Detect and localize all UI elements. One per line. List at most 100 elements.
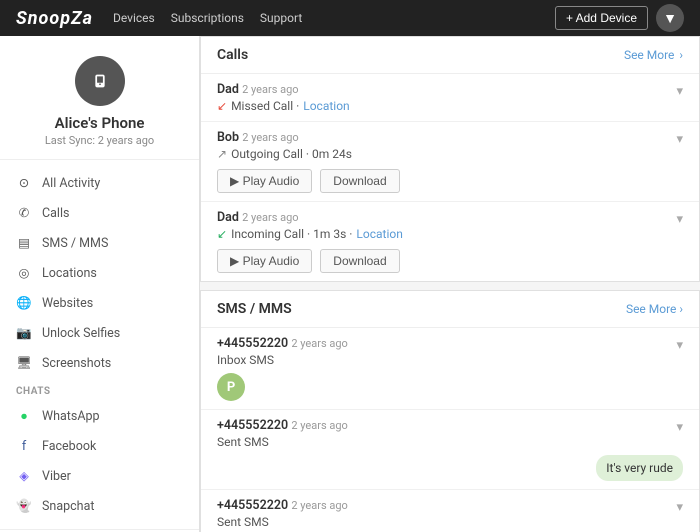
- sidebar-item-unlock-selfies[interactable]: 📷 Unlock Selfies: [0, 318, 199, 348]
- call-detail: ↙ Incoming Call · 1m 3s · Location: [217, 227, 403, 241]
- sidebar-item-label: WhatsApp: [42, 409, 100, 424]
- call-entry-dad-missed: Dad 2 years ago ↙ Missed Call · Location…: [201, 74, 699, 122]
- call-type-label: Missed Call ·: [231, 99, 299, 113]
- sms-chevron-icon: ▾: [676, 420, 683, 435]
- sidebar-item-all-activity[interactable]: ⊙ All Activity: [0, 168, 199, 198]
- call-entry-header: Dad 2 years ago ↙ Missed Call · Location…: [217, 82, 683, 113]
- call-location-link[interactable]: Location: [356, 227, 402, 241]
- sidebar-item-screenshots[interactable]: 🖥 Screenshots: [0, 348, 199, 378]
- audio-buttons: ▶ Play Audio Download: [217, 169, 400, 193]
- sidebar-item-locations[interactable]: ◎ Locations: [0, 258, 199, 288]
- call-contact-name: Bob: [217, 130, 239, 145]
- calls-section-title: Calls: [217, 47, 248, 63]
- call-contact-name: Dad: [217, 82, 239, 97]
- sidebar-item-label: Calls: [42, 206, 69, 221]
- nav-subscriptions[interactable]: Subscriptions: [171, 11, 244, 25]
- sms-see-more[interactable]: See More ›: [626, 302, 683, 316]
- call-entry-info: Bob 2 years ago ↗ Outgoing Call · 0m 24s…: [217, 130, 400, 193]
- sms-entry-inbox: +445552220 2 years ago Inbox SMS P ▾: [201, 328, 699, 410]
- screenshots-icon: 🖥: [16, 355, 32, 371]
- calls-see-more[interactable]: See More ›: [624, 48, 683, 62]
- user-account-icon[interactable]: ▼: [656, 4, 684, 32]
- sidebar-item-label: Viber: [42, 469, 71, 484]
- sidebar: Alice's Phone Last Sync: 2 years ago ⊙ A…: [0, 36, 200, 532]
- incoming-call-icon: ↙: [217, 227, 227, 241]
- sidebar-item-sms[interactable]: ▤ SMS / MMS: [0, 228, 199, 258]
- facebook-icon: f: [16, 438, 32, 454]
- device-avatar: [75, 56, 125, 106]
- sms-bubble: It's very rude: [596, 455, 683, 481]
- sidebar-item-label: Locations: [42, 266, 97, 281]
- brand-logo: SnoopZa: [16, 8, 93, 29]
- sms-time: 2 years ago: [291, 419, 347, 432]
- websites-icon: 🌐: [16, 295, 32, 311]
- missed-call-icon: ↙: [217, 99, 227, 113]
- call-time: 2 years ago: [242, 131, 298, 144]
- last-sync: Last Sync: 2 years ago: [16, 134, 183, 147]
- call-type-label: Incoming Call · 1m 3s ·: [231, 227, 352, 241]
- sidebar-item-websites[interactable]: 🌐 Websites: [0, 288, 199, 318]
- sms-bubble-container: It's very rude: [217, 455, 683, 481]
- sms-direction: Inbox SMS: [217, 353, 348, 367]
- chats-section-label: CHATS: [0, 378, 199, 401]
- sms-info: +445552220 2 years ago Inbox SMS P: [217, 336, 348, 401]
- sms-info: +445552220 2 years ago Sent SMS It's ver…: [217, 418, 683, 481]
- sms-time: 2 years ago: [291, 499, 347, 512]
- sidebar-item-label: All Activity: [42, 176, 100, 191]
- sms-number: +445552220: [217, 336, 288, 351]
- sms-entry-header: +445552220 2 years ago Sent SMS It's ver…: [217, 418, 683, 481]
- sidebar-item-label: SMS / MMS: [42, 236, 108, 251]
- nav-devices[interactable]: Devices: [113, 11, 155, 25]
- call-time: 2 years ago: [242, 83, 298, 96]
- call-location-link[interactable]: Location: [303, 99, 349, 113]
- activity-icon: ⊙: [16, 175, 32, 191]
- sms-time: 2 years ago: [291, 337, 347, 350]
- call-detail: ↙ Missed Call · Location: [217, 99, 350, 113]
- outgoing-call-icon: ↗: [217, 147, 227, 161]
- sidebar-item-calls[interactable]: ✆ Calls: [0, 198, 199, 228]
- sidebar-item-snapchat[interactable]: 👻 Snapchat: [0, 491, 199, 521]
- main-content: Calls See More › Dad 2 years ago ↙ Misse…: [200, 36, 700, 532]
- play-audio-button[interactable]: ▶ Play Audio: [217, 249, 312, 273]
- sms-bubble: P: [217, 373, 245, 401]
- sidebar-item-label: Websites: [42, 296, 93, 311]
- device-header: Alice's Phone Last Sync: 2 years ago: [0, 36, 199, 160]
- sidebar-item-viber[interactable]: ◈ Viber: [0, 461, 199, 491]
- sms-number: +445552220: [217, 418, 288, 433]
- calls-icon: ✆: [16, 205, 32, 221]
- nav-right: + Add Device ▼: [555, 4, 684, 32]
- sms-number: +445552220: [217, 498, 288, 513]
- sms-direction: Sent SMS: [217, 515, 683, 529]
- call-contact-name: Dad: [217, 210, 239, 225]
- download-button[interactable]: Download: [320, 169, 399, 193]
- sidebar-item-label: Screenshots: [42, 356, 111, 371]
- call-chevron-icon: ▾: [676, 212, 683, 227]
- sidebar-item-facebook[interactable]: f Facebook: [0, 431, 199, 461]
- add-device-button[interactable]: + Add Device: [555, 6, 648, 30]
- call-entry-bob-outgoing: Bob 2 years ago ↗ Outgoing Call · 0m 24s…: [201, 122, 699, 202]
- call-entry-dad-incoming: Dad 2 years ago ↙ Incoming Call · 1m 3s …: [201, 202, 699, 281]
- call-chevron-icon: ▾: [676, 132, 683, 147]
- sms-entry-sent-2: +445552220 2 years ago Sent SMS Your sho…: [201, 490, 699, 532]
- play-audio-button[interactable]: ▶ Play Audio: [217, 169, 312, 193]
- sidebar-item-whatsapp[interactable]: ● WhatsApp: [0, 401, 199, 431]
- nav-links: Devices Subscriptions Support: [113, 11, 302, 25]
- selfies-icon: 📷: [16, 325, 32, 341]
- sidebar-item-label: Unlock Selfies: [42, 326, 120, 341]
- calls-section: Calls See More › Dad 2 years ago ↙ Misse…: [200, 36, 700, 282]
- snapchat-icon: 👻: [16, 498, 32, 514]
- nav-support[interactable]: Support: [260, 11, 302, 25]
- sms-section: SMS / MMS See More › +445552220 2 years …: [200, 290, 700, 532]
- sidebar-item-label: Snapchat: [42, 499, 94, 514]
- sms-entry-header: +445552220 2 years ago Inbox SMS P ▾: [217, 336, 683, 401]
- viber-icon: ◈: [16, 468, 32, 484]
- sms-section-header: SMS / MMS See More ›: [201, 291, 699, 328]
- top-navigation: SnoopZa Devices Subscriptions Support + …: [0, 0, 700, 36]
- sms-icon: ▤: [16, 235, 32, 251]
- sms-direction: Sent SMS: [217, 435, 683, 449]
- sms-entry-sent-1: +445552220 2 years ago Sent SMS It's ver…: [201, 410, 699, 490]
- download-button[interactable]: Download: [320, 249, 399, 273]
- sms-info: +445552220 2 years ago Sent SMS Your sho…: [217, 498, 683, 532]
- sms-section-title: SMS / MMS: [217, 301, 292, 317]
- call-entry-info: Dad 2 years ago ↙ Missed Call · Location: [217, 82, 350, 113]
